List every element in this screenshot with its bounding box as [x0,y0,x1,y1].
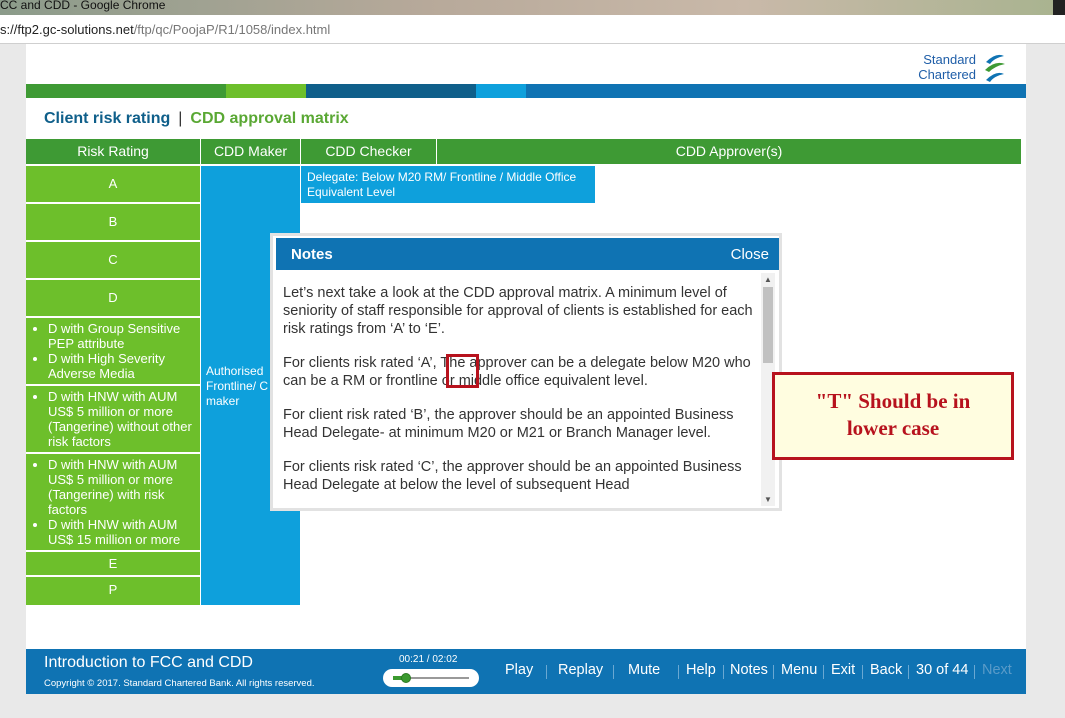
section-tabs: Client risk rating | CDD approval matrix [44,108,349,130]
course-player: Standard Chartered Client risk rating | … [26,44,1026,694]
logo-mark-icon [985,54,1005,82]
divider [723,665,724,679]
seek-handle[interactable] [400,673,411,683]
address-bar[interactable]: s://ftp2.gc-solutions.net/ftp/qc/PoojaP/… [0,15,1065,44]
play-button[interactable]: Play [505,662,533,678]
rating-d-hnw-no-risk[interactable]: D with HNW with AUM US$ 5 million or mor… [26,386,200,454]
menu-button[interactable]: Menu [781,662,817,678]
window-control[interactable] [1053,0,1065,15]
tab-client-risk-rating[interactable]: Client risk rating [44,110,170,128]
divider [678,665,679,679]
list-item: D with HNW with AUM US$ 15 million or mo… [48,517,200,547]
player-footer: Introduction to FCC and CDD Copyright © … [26,649,1026,694]
url-host: s://ftp2.gc-solutions.net [0,22,134,37]
scroll-thumb[interactable] [763,287,773,363]
mute-button[interactable]: Mute [628,662,660,678]
rating-b[interactable]: B [26,204,200,242]
help-button[interactable]: Help [686,662,716,678]
tab-cdd-approval-matrix[interactable]: CDD approval matrix [190,110,348,128]
review-callout: "T" Should be in lower case [772,372,1014,460]
notes-header: Notes Close [276,238,779,270]
header-cdd-maker: CDD Maker [201,139,301,164]
logo-text-line1: Standard [923,52,976,67]
back-button[interactable]: Back [870,662,902,678]
notes-paragraph: For client risk rated ‘B’, the approver … [283,407,734,441]
rating-d-hnw-risk[interactable]: D with HNW with AUM US$ 5 million or mor… [26,454,200,552]
seek-bar[interactable] [383,669,479,687]
callout-line2: lower case [846,416,940,440]
time-readout: 00:21 / 02:02 [399,654,458,665]
next-button[interactable]: Next [982,662,1012,678]
divider [823,665,824,679]
list-item: D with HNW with AUM US$ 5 million or mor… [48,389,200,449]
divider [862,665,863,679]
rating-c[interactable]: C [26,242,200,280]
list-item: D with HNW with AUM US$ 5 million or mor… [48,457,200,517]
header-risk-rating: Risk Rating [26,139,201,164]
rating-p[interactable]: P [26,577,200,605]
browser-title-bar: CC and CDD - Google Chrome [0,0,1065,15]
course-title: Introduction to FCC and CDD [44,654,253,671]
divider [546,665,547,679]
rating-e[interactable]: E [26,552,200,577]
divider [773,665,774,679]
close-button[interactable]: Close [731,246,769,263]
scroll-down-icon[interactable]: ▼ [764,495,772,504]
divider [974,665,975,679]
logo-text-line2: Chartered [918,67,976,82]
copyright-text: Copyright © 2017. Standard Chartered Ban… [44,678,315,689]
url-path: /ftp/qc/PoojaP/R1/1058/index.html [133,22,331,37]
notes-paragraph: For clients risk rated ‘A’, The approver… [283,355,751,389]
exit-button[interactable]: Exit [831,662,855,678]
brand-stripe [26,84,1026,98]
callout-line1: "T" Should be in [815,389,971,413]
window-title: CC and CDD - Google Chrome [0,0,166,12]
notes-title: Notes [291,246,333,263]
notes-dialog: Notes Close Let’s next take a look at th… [270,233,782,511]
header-cdd-checker: CDD Checker [301,139,437,164]
list-item: D with High Severity Adverse Media [48,351,200,381]
scroll-up-icon[interactable]: ▲ [764,275,772,284]
standard-chartered-logo: Standard Chartered [906,50,1016,86]
notes-paragraph: For clients risk rated ‘C’, the approver… [283,459,742,493]
page-counter: 30 of 44 [916,662,969,678]
header-cdd-approvers: CDD Approver(s) [437,139,1022,164]
replay-button[interactable]: Replay [558,662,603,678]
rating-d-pep-adverse[interactable]: D with Group Sensitive PEP attribute D w… [26,318,200,386]
highlight-box [446,354,479,388]
url-text[interactable]: s://ftp2.gc-solutions.net/ftp/qc/PoojaP/… [0,22,330,37]
notes-paragraph: Let’s next take a look at the CDD approv… [283,285,753,337]
tab-separator: | [178,110,183,127]
rating-d[interactable]: D [26,280,200,318]
notes-button[interactable]: Notes [730,662,768,678]
divider [908,665,909,679]
notes-body: Let’s next take a look at the CDD approv… [283,284,753,506]
divider [613,665,614,679]
delegate-cell: Delegate: Below M20 RM/ Frontline / Midd… [301,166,595,203]
rating-a[interactable]: A [26,166,200,204]
list-item: D with Group Sensitive PEP attribute [48,321,200,351]
